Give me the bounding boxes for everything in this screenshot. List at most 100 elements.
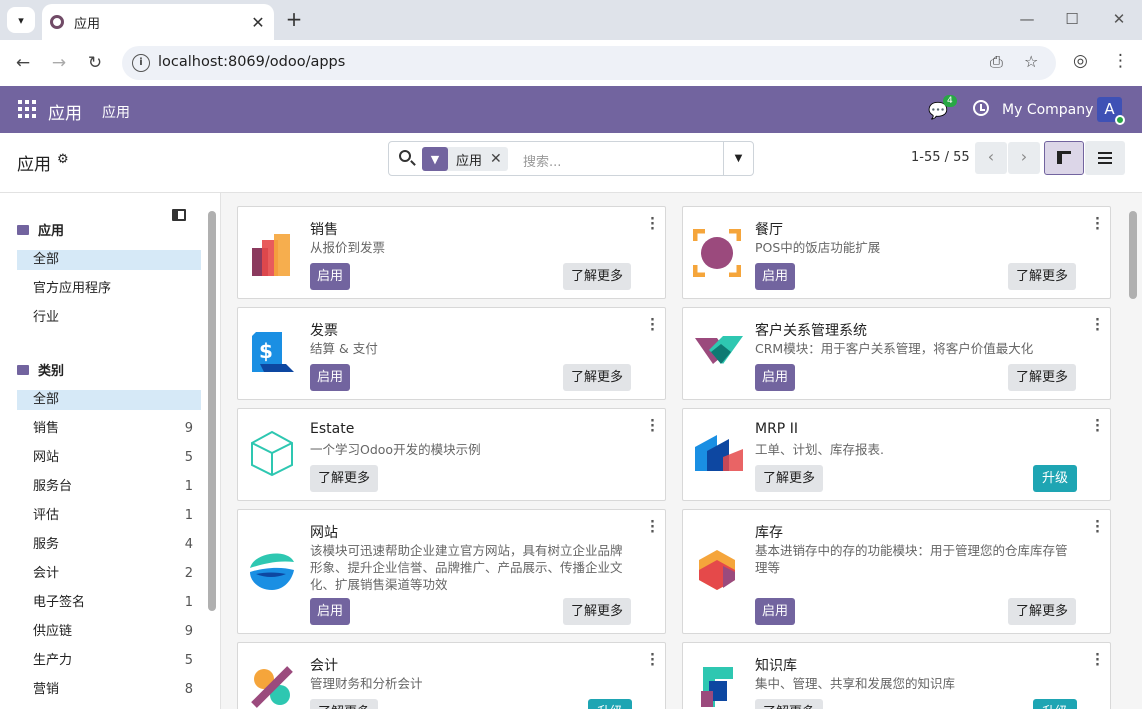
minimize-icon[interactable]: —: [1017, 10, 1037, 28]
pager-next-icon[interactable]: ›: [1008, 142, 1040, 174]
category-sign[interactable]: 电子签名 1: [17, 593, 201, 613]
search-options-dropdown-icon[interactable]: ▼: [723, 142, 753, 175]
card-menu-icon[interactable]: · · ·: [1095, 314, 1100, 337]
activate-button[interactable]: 启用: [310, 598, 351, 625]
learn-more-button[interactable]: 了解更多: [563, 598, 632, 625]
card-menu-icon[interactable]: · · ·: [1095, 415, 1100, 438]
app-card-sales[interactable]: 销售 从报价到发票 · · · 启用 了解更多: [237, 206, 666, 299]
close-window-icon[interactable]: ✕: [1109, 10, 1129, 28]
browser-tab[interactable]: 应用 ✕: [42, 4, 274, 40]
learn-more-button[interactable]: 了解更多: [755, 699, 824, 709]
profile-icon[interactable]: ◎: [1073, 51, 1088, 71]
new-tab-button[interactable]: +: [283, 8, 305, 30]
card-menu-icon[interactable]: · · ·: [650, 516, 655, 539]
learn-more-button[interactable]: 了解更多: [563, 364, 632, 391]
app-card-accounting[interactable]: 会计 管理财务和分析会计 ··· 了解更多 升级: [237, 642, 666, 709]
card-menu-icon[interactable]: · · ·: [650, 415, 655, 438]
upgrade-button[interactable]: 升级: [588, 699, 633, 709]
app-card-website[interactable]: 网站 该模块可迅速帮助企业建立官方网站，具有树立企业品牌形象、提升企业信誉、品牌…: [237, 509, 666, 634]
category-supply-chain[interactable]: 供应链 9: [17, 622, 201, 642]
activate-button[interactable]: 启用: [755, 364, 796, 391]
category-count: 4: [184, 537, 193, 552]
learn-more-button[interactable]: 了解更多: [1008, 364, 1077, 391]
facet-label: 应用: [456, 153, 483, 169]
forward-icon[interactable]: →: [47, 51, 71, 75]
tab-search-button[interactable]: ▾: [7, 7, 35, 33]
svg-text:$: $: [259, 339, 273, 363]
learn-more-button[interactable]: 了解更多: [1008, 598, 1077, 625]
app-card-mrp[interactable]: MRP II 工单、计划、库存报表. · · · 了解更多 升级: [682, 408, 1111, 501]
learn-more-button[interactable]: 了解更多: [310, 699, 379, 709]
learn-more-button[interactable]: 了解更多: [1008, 263, 1077, 290]
category-appraisal[interactable]: 评估 1: [17, 506, 201, 526]
category-sales[interactable]: 销售 9: [17, 419, 201, 439]
search-input[interactable]: 搜索...: [523, 151, 561, 170]
learn-more-button[interactable]: 了解更多: [310, 465, 379, 492]
sidebar-toggle-icon[interactable]: [172, 209, 186, 221]
site-info-icon[interactable]: i: [132, 54, 150, 72]
category-services[interactable]: 服务 4: [17, 535, 201, 555]
activate-button[interactable]: 启用: [310, 364, 351, 391]
search-bar[interactable]: ▼ 应用 ✕ 搜索... ▼: [388, 141, 754, 176]
pager-value[interactable]: 1-55 / 55: [911, 150, 970, 165]
address-bar[interactable]: i localhost:8069/odoo/apps ⎙ ☆: [122, 46, 1056, 80]
pager-prev-icon[interactable]: ‹: [975, 142, 1007, 174]
card-menu-icon[interactable]: · · ·: [1095, 213, 1100, 236]
navbar-menu-apps[interactable]: 应用: [102, 102, 130, 122]
kanban-view-icon[interactable]: [1044, 141, 1084, 175]
sidebar-item-official[interactable]: 官方应用程序: [17, 279, 201, 299]
user-avatar[interactable]: A: [1097, 97, 1125, 125]
cube-app-icon: [251, 430, 293, 477]
sidebar-scrollbar[interactable]: [208, 211, 216, 611]
browser-menu-icon[interactable]: ⋮: [1112, 51, 1129, 71]
sidebar-item-all-apps[interactable]: 全部: [17, 250, 201, 270]
card-menu-icon[interactable]: · · ·: [650, 314, 655, 337]
back-icon[interactable]: ←: [11, 51, 35, 75]
close-tab-icon[interactable]: ✕: [248, 12, 268, 32]
navbar-brand[interactable]: 应用: [48, 99, 82, 124]
app-description: POS中的饭店功能扩展: [755, 240, 881, 255]
knowledge-app-icon: [701, 667, 733, 707]
app-card-knowledge[interactable]: 知识库 集中、管理、共享和发展您的知识库 ··· 了解更多 升级: [682, 642, 1111, 709]
upgrade-button[interactable]: 升级: [1033, 465, 1078, 492]
card-menu-icon[interactable]: · · ·: [650, 213, 655, 236]
remove-facet-icon[interactable]: ✕: [490, 151, 508, 167]
card-menu-icon[interactable]: · · ·: [1095, 516, 1100, 539]
app-card-inventory[interactable]: 库存 基本进销存中的存的功能模块：用于管理您的仓库库存管理等 · · · 启用 了解…: [682, 509, 1111, 634]
category-count: 8: [184, 682, 193, 697]
app-card-estate[interactable]: Estate 一个学习Odoo开发的模块示例 · · · 了解更多: [237, 408, 666, 501]
apps-kanban: 销售 从报价到发票 · · · 启用 了解更多 餐厅 POS中的饭店功能扩展 · · ·…: [221, 193, 1142, 709]
reload-icon[interactable]: ↻: [83, 51, 107, 75]
category-productivity[interactable]: 生产力 5: [17, 651, 201, 671]
category-all[interactable]: 全部: [17, 390, 201, 410]
activate-button[interactable]: 启用: [310, 263, 351, 290]
learn-more-button[interactable]: 了解更多: [563, 263, 632, 290]
company-switcher[interactable]: My Company: [1002, 102, 1093, 118]
app-description: 结算 & 支付: [310, 341, 378, 356]
learn-more-button[interactable]: 了解更多: [755, 465, 824, 492]
install-app-icon[interactable]: ⎙: [990, 52, 1003, 72]
activate-button[interactable]: 启用: [755, 598, 796, 625]
activate-button[interactable]: 启用: [755, 263, 796, 290]
app-grid-icon[interactable]: [18, 100, 36, 118]
list-view-icon[interactable]: [1085, 141, 1125, 175]
inventory-app-icon: [699, 550, 735, 590]
app-card-crm[interactable]: 客户关系管理系统 CRM模块：用于客户关系管理，将客户价值最大化 · · · 启用 …: [682, 307, 1111, 400]
upgrade-button[interactable]: 升级: [1033, 699, 1078, 709]
app-card-restaurant[interactable]: 餐厅 POS中的饭店功能扩展 · · · 启用 了解更多: [682, 206, 1111, 299]
gear-icon[interactable]: ⚙: [57, 152, 69, 167]
category-helpdesk[interactable]: 服务台 1: [17, 477, 201, 497]
category-website[interactable]: 网站 5: [17, 448, 201, 468]
app-description: 基本进销存中的存的功能模块：用于管理您的仓库库存管理等: [755, 543, 1068, 575]
category-marketing[interactable]: 营销 8: [17, 680, 201, 700]
maximize-icon[interactable]: ☐: [1062, 10, 1082, 28]
bookmark-star-icon[interactable]: ☆: [1024, 52, 1038, 71]
main-scrollbar[interactable]: [1129, 211, 1137, 299]
app-card-invoicing[interactable]: $ 发票 结算 & 支付 · · · 启用 了解更多: [237, 307, 666, 400]
category-accounting[interactable]: 会计 2: [17, 564, 201, 584]
card-menu-icon[interactable]: · · ·: [650, 649, 655, 672]
activity-clock-icon[interactable]: [973, 100, 989, 116]
mrp-app-icon: [695, 435, 743, 471]
sidebar-item-industries[interactable]: 行业: [17, 308, 201, 328]
card-menu-icon[interactable]: · · ·: [1095, 649, 1100, 672]
